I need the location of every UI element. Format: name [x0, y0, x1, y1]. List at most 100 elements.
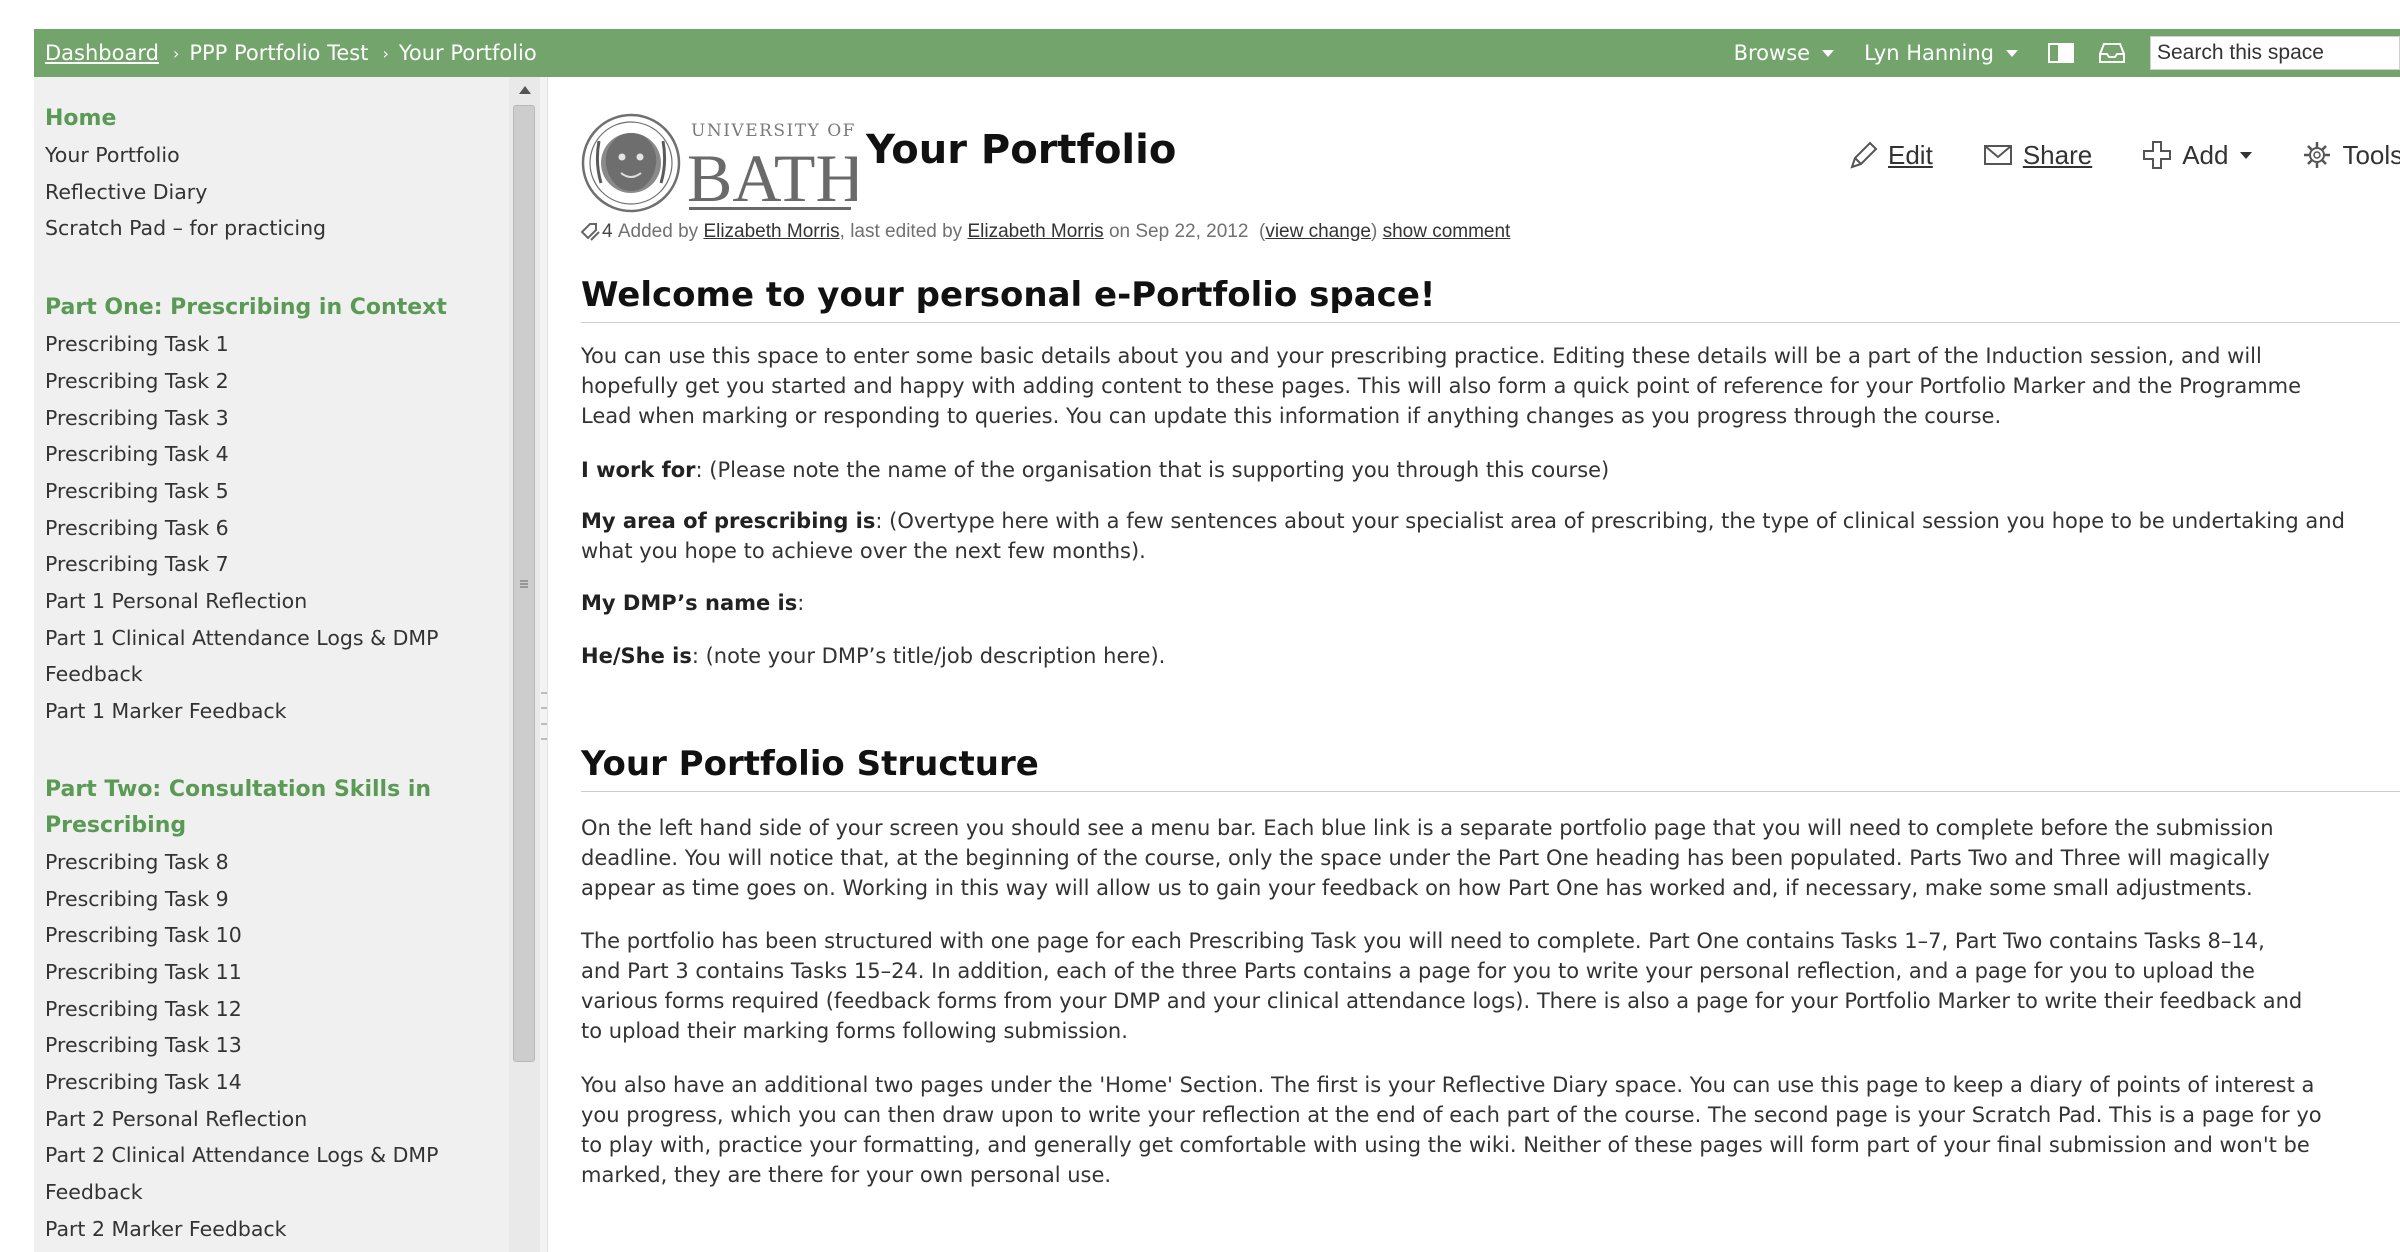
inbox-icon[interactable] [2098, 42, 2126, 64]
area-paragraph: My area of prescribing is: (Overtype her… [581, 506, 2400, 566]
dmp-label: My DMP’s name is [581, 591, 798, 615]
plus-icon [2143, 141, 2172, 169]
breadcrumb-separator-icon: › [172, 43, 180, 63]
browse-menu[interactable]: Browse [1733, 41, 1835, 65]
sidebar-heading-part-two-continued[interactable]: Prescribing [45, 808, 515, 844]
intro-paragraph: You can use this space to enter some bas… [581, 341, 2400, 431]
welcome-heading: Welcome to your personal e-Portfolio spa… [581, 275, 2400, 323]
sidebar-item-part1-reflection[interactable]: Part 1 Personal Reflection [45, 583, 515, 620]
sidebar-item-part1-logs-continued[interactable]: Feedback [45, 656, 515, 693]
sidebar-item-part1-marker-feedback[interactable]: Part 1 Marker Feedback [45, 693, 515, 730]
he-she-text: : (note your DMP’s title/job description… [691, 644, 1166, 668]
sidebar-item-task-9[interactable]: Prescribing Task 9 [45, 881, 515, 918]
chevron-down-icon [2240, 151, 2253, 159]
work-for-label: I work for [581, 458, 696, 482]
structure-paragraph-1: On the left hand side of your screen you… [581, 813, 2400, 903]
paragraph-line: deadline. You will notice that, at the b… [581, 846, 2270, 870]
breadcrumb-dashboard[interactable]: Dashboard [45, 41, 159, 65]
sidebar-item-your-portfolio[interactable]: Your Portfolio [45, 137, 515, 174]
sidebar-menu: Home Your Portfolio Reflective Diary Scr… [45, 101, 515, 1248]
sidebar: Home Your Portfolio Reflective Diary Scr… [34, 77, 540, 1252]
sidebar-item-task-1[interactable]: Prescribing Task 1 [45, 326, 515, 363]
sidebar-item-part2-logs[interactable]: Part 2 Clinical Attendance Logs & DMP [45, 1137, 515, 1174]
share-button[interactable]: Share [1983, 140, 2092, 171]
sidebar-item-task-8[interactable]: Prescribing Task 8 [45, 844, 515, 881]
edit-date: on Sep 22, 2012 [1108, 221, 1249, 242]
sidebar-item-task-4[interactable]: Prescribing Task 4 [45, 436, 515, 473]
paragraph-line: marked, they are there for your own pers… [581, 1163, 1112, 1187]
sidebar-item-task-3[interactable]: Prescribing Task 3 [45, 400, 515, 437]
like-icon[interactable] [580, 222, 602, 242]
intro-line: Lead when marking or responding to queri… [581, 404, 2002, 428]
resize-grip-icon [541, 692, 547, 740]
add-menu-button[interactable]: Add [2142, 140, 2253, 171]
he-she-paragraph: He/She is: (note your DMP’s title/job de… [581, 641, 2400, 671]
breadcrumb: Dashboard › PPP Portfolio Test › Your Po… [45, 29, 537, 77]
breadcrumb-separator-icon: › [382, 43, 389, 63]
sidebar-item-task-11[interactable]: Prescribing Task 11 [45, 954, 515, 991]
top-navigation-bar: Dashboard › PPP Portfolio Test › Your Po… [34, 29, 2400, 77]
gear-icon [2304, 142, 2331, 168]
editor-link[interactable]: Elizabeth Morris [967, 221, 1103, 243]
paragraph-line: various forms required (feedback forms f… [581, 989, 2303, 1013]
intro-line: hopefully get you started and happy with… [581, 374, 2302, 398]
sidebar-heading-part-one[interactable]: Part One: Prescribing in Context [45, 290, 515, 326]
author-link[interactable]: Elizabeth Morris [703, 221, 839, 243]
breadcrumb-current-page[interactable]: Your Portfolio [399, 41, 537, 65]
user-menu[interactable]: Lyn Hanning [1864, 41, 2018, 65]
tools-menu-button[interactable]: Tools [2302, 140, 2400, 171]
sidebar-item-task-6[interactable]: Prescribing Task 6 [45, 510, 515, 547]
sidebar-item-scratch-pad[interactable]: Scratch Pad – for practicing [45, 210, 515, 247]
seal-icon: UNIVERSITY OF BATH [581, 113, 865, 216]
area-text-continued: what you hope to achieve over the next f… [581, 539, 1146, 563]
search-input[interactable] [2150, 36, 2400, 70]
area-text: : (Overtype here with a few sentences ab… [875, 509, 2345, 533]
sidebar-item-task-13[interactable]: Prescribing Task 13 [45, 1027, 515, 1064]
sidebar-item-part2-marker-feedback[interactable]: Part 2 Marker Feedback [45, 1211, 515, 1248]
university-logo: UNIVERSITY OF BATH [581, 111, 865, 216]
sidebar-resize-handle[interactable] [540, 77, 548, 1252]
sidebar-item-part2-reflection[interactable]: Part 2 Personal Reflection [45, 1101, 515, 1138]
edit-label: Edit [1888, 139, 1933, 170]
page-metadata: 4 Added by Elizabeth Morris , last edite… [580, 221, 1510, 243]
page-actions: Edit Share Add Tools [1848, 135, 2400, 175]
scroll-up-arrow-icon[interactable] [509, 77, 540, 103]
sidebar-item-reflective-diary[interactable]: Reflective Diary [45, 174, 515, 211]
sidebar-item-task-5[interactable]: Prescribing Task 5 [45, 473, 515, 510]
paragraph-line: The portfolio has been structured with o… [581, 929, 2265, 953]
dmp-paragraph: My DMP’s name is: [581, 588, 2400, 618]
sidebar-item-task-2[interactable]: Prescribing Task 2 [45, 363, 515, 400]
sidebar-heading-home[interactable]: Home [45, 101, 515, 137]
tools-label: Tools [2342, 139, 2400, 170]
dmp-text: : [797, 591, 805, 615]
top-nav-menus: Browse Lyn Hanning [1734, 29, 2400, 77]
logo-big-text: BATH [687, 140, 857, 213]
work-for-paragraph: I work for: (Please note the name of the… [581, 455, 2400, 485]
sidebar-item-task-12[interactable]: Prescribing Task 12 [45, 991, 515, 1028]
sidebar-item-part1-logs[interactable]: Part 1 Clinical Attendance Logs & DMP [45, 620, 515, 657]
sidebar-item-task-7[interactable]: Prescribing Task 7 [45, 546, 515, 583]
envelope-icon [1983, 145, 2012, 165]
area-label: My area of prescribing is [581, 509, 876, 533]
he-she-label: He/She is [581, 644, 692, 668]
paragraph-line: appear as time goes on. Working in this … [581, 876, 2253, 900]
sidebar-item-task-14[interactable]: Prescribing Task 14 [45, 1064, 515, 1101]
edit-button[interactable]: Edit [1848, 139, 1933, 171]
sidebar-heading-part-two[interactable]: Part Two: Consultation Skills in [45, 772, 515, 808]
work-for-text: : (Please note the name of the organisat… [695, 458, 1610, 482]
scrollbar-thumb[interactable] [513, 105, 535, 1062]
user-menu-label: Lyn Hanning [1864, 41, 1994, 65]
structure-paragraph-2: The portfolio has been structured with o… [581, 926, 2400, 1046]
show-comment-link[interactable]: show comment [1383, 221, 1511, 243]
page-title: Your Portfolio [866, 127, 1177, 173]
sidebar-item-part2-logs-continued[interactable]: Feedback [45, 1174, 515, 1211]
sidebar-scrollbar[interactable] [509, 77, 540, 1252]
added-by-label: Added by [617, 221, 699, 242]
paragraph-line: you progress, which you can then draw up… [581, 1103, 2322, 1127]
browse-menu-label: Browse [1733, 41, 1811, 65]
sidebar-toggle-icon[interactable] [2048, 43, 2074, 63]
breadcrumb-space[interactable]: PPP Portfolio Test [189, 41, 368, 65]
view-change-link[interactable]: view change [1265, 221, 1371, 243]
sidebar-item-task-10[interactable]: Prescribing Task 10 [45, 917, 515, 954]
